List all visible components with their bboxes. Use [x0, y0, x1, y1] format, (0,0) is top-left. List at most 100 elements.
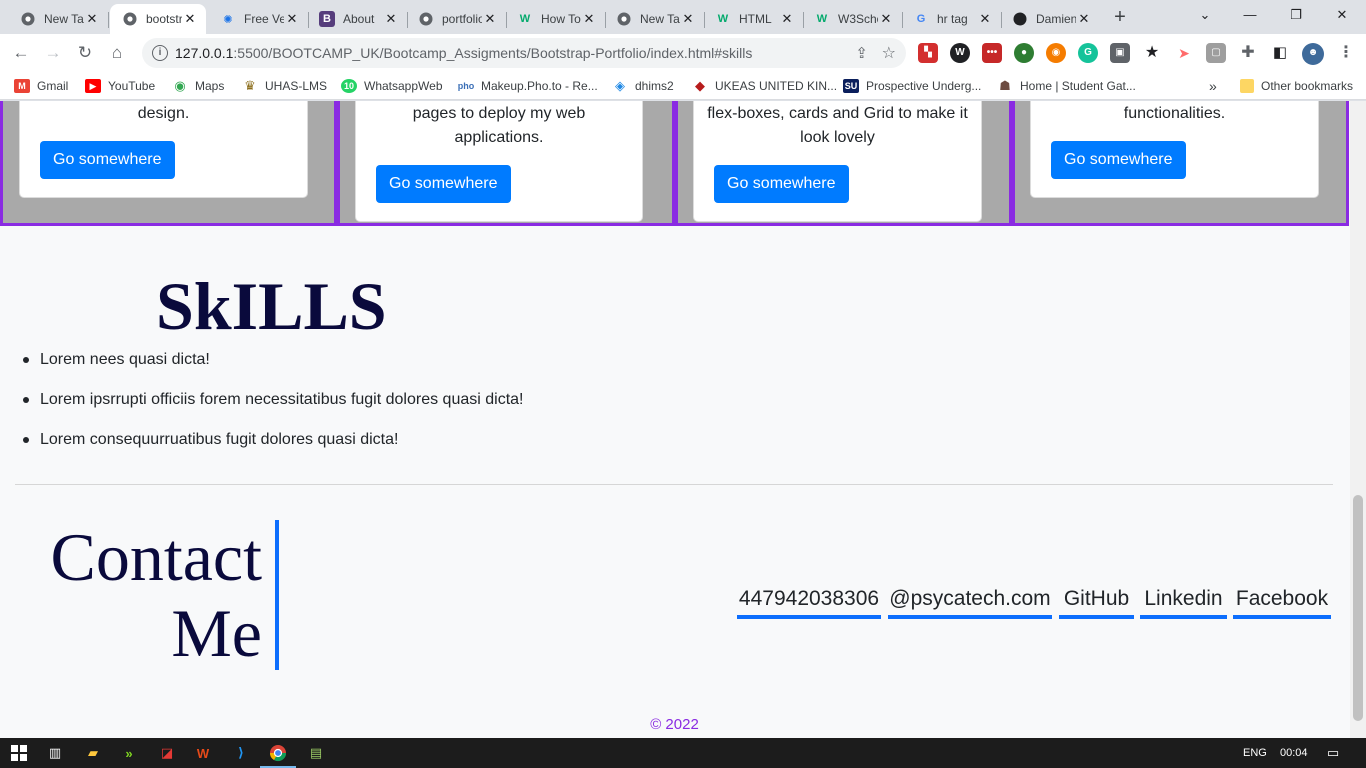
- bookmark-makeup-photo[interactable]: pho Makeup.Pho.to - Re...: [458, 76, 598, 96]
- w3schools-icon: W: [519, 13, 531, 25]
- chevron-down-icon[interactable]: ⌄: [1185, 4, 1225, 28]
- linkedin-link[interactable]: Linkedin: [1140, 585, 1227, 619]
- tab-html[interactable]: W HTML ✕: [703, 4, 804, 34]
- notifications-icon[interactable]: ▭: [1322, 742, 1344, 764]
- side-panel-icon[interactable]: ◧: [1270, 43, 1290, 63]
- home-icon[interactable]: ⌂: [104, 40, 130, 66]
- bookmark-prospective[interactable]: SU Prospective Underg...: [843, 76, 981, 96]
- page-viewport: design. Go somewhere pages to deploy my …: [0, 101, 1366, 738]
- tab-free-vector[interactable]: ✺ Free Vector ✕: [208, 4, 309, 34]
- app-chevron-icon[interactable]: »: [118, 742, 140, 764]
- bookmark-uhas-lms[interactable]: ♛ UHAS-LMS: [242, 76, 327, 96]
- share-icon[interactable]: ⇪: [855, 44, 868, 62]
- bootstrap-icon: B: [319, 11, 335, 27]
- go-somewhere-button[interactable]: Go somewhere: [40, 141, 175, 179]
- extension-screen-icon[interactable]: ▢: [1206, 43, 1226, 63]
- tab-hr-tag[interactable]: G hr tag ✕: [901, 4, 1002, 34]
- task-view-icon[interactable]: ▥: [44, 742, 66, 764]
- extension-arrow-icon[interactable]: ➤: [1174, 43, 1194, 63]
- close-icon[interactable]: ✕: [977, 11, 993, 27]
- extension-rss-icon[interactable]: ◉: [1046, 43, 1066, 63]
- email-link[interactable]: @psycatech.com: [888, 585, 1052, 619]
- tab-new-tab-2[interactable]: New Tab ✕: [604, 4, 705, 34]
- bookmark-dhims2[interactable]: ◈ dhims2: [612, 76, 674, 96]
- chrome-taskbar-icon[interactable]: [267, 742, 289, 764]
- list-item: Lorem consequurruatibus fugit dolores qu…: [22, 429, 523, 469]
- chrome-icon: [616, 11, 632, 27]
- file-explorer-icon[interactable]: ▰: [82, 742, 104, 764]
- close-icon[interactable]: ✕: [84, 11, 100, 27]
- more-bookmarks-button[interactable]: »: [1209, 76, 1217, 96]
- extension-lastpass-icon[interactable]: •••: [982, 43, 1002, 63]
- new-tab-button[interactable]: +: [1108, 6, 1132, 30]
- scrollbar-thumb[interactable]: [1353, 495, 1363, 721]
- language-indicator[interactable]: ENG: [1243, 738, 1267, 768]
- extensions-puzzle-icon[interactable]: ✚: [1238, 43, 1258, 63]
- clock[interactable]: 00:04: [1280, 738, 1308, 768]
- globe-icon: [122, 11, 138, 27]
- bookmark-gmail[interactable]: M Gmail: [14, 76, 68, 96]
- windows-start-icon[interactable]: [8, 742, 30, 764]
- other-bookmarks[interactable]: Other bookmarks: [1240, 76, 1353, 96]
- url-text[interactable]: 127.0.0.1:5500/BOOTCAMP_UK/Bootcamp_Assi…: [175, 38, 752, 68]
- extension-robot-icon[interactable]: ▣: [1110, 43, 1130, 63]
- tab-portfolio[interactable]: portfolio ✕: [406, 4, 507, 34]
- bookmark-maps[interactable]: ◉ Maps: [172, 76, 224, 96]
- tab-damien[interactable]: Damien ✕: [1000, 4, 1100, 34]
- bug-icon: ✺: [223, 13, 233, 26]
- extension-globe-icon[interactable]: ●: [1014, 43, 1034, 63]
- extension-mega-icon[interactable]: ▚: [918, 43, 938, 63]
- star-extension-icon[interactable]: ★: [1142, 43, 1162, 63]
- forward-icon[interactable]: →: [40, 40, 66, 66]
- app-tiles-icon[interactable]: ◪: [156, 742, 178, 764]
- close-icon[interactable]: ✕: [878, 11, 894, 27]
- tab-how-to[interactable]: W How To ✕: [505, 4, 606, 34]
- close-icon[interactable]: ✕: [581, 11, 597, 27]
- tab-w3schools[interactable]: W W3Schools ✕: [802, 4, 903, 34]
- extension-grammarly-icon[interactable]: G: [1078, 43, 1098, 63]
- skills-heading: SkILLS: [156, 268, 387, 344]
- close-icon[interactable]: ✕: [284, 11, 300, 27]
- close-window-icon[interactable]: ✕: [1322, 4, 1362, 28]
- menu-kebab-icon[interactable]: ⋮: [1336, 43, 1356, 63]
- close-icon[interactable]: ✕: [779, 11, 795, 27]
- github-link[interactable]: GitHub: [1059, 585, 1134, 619]
- bookmark-star-icon[interactable]: ☆: [882, 43, 896, 63]
- reload-icon[interactable]: ↻: [72, 40, 98, 66]
- go-somewhere-button[interactable]: Go somewhere: [1051, 141, 1186, 179]
- tab-title: bootstrap: [146, 12, 182, 26]
- profile-avatar[interactable]: ☻: [1302, 43, 1324, 65]
- close-icon[interactable]: ✕: [383, 11, 399, 27]
- phone-link[interactable]: 447942038306: [737, 585, 881, 619]
- close-icon[interactable]: ✕: [1076, 11, 1092, 27]
- close-icon[interactable]: ✕: [182, 11, 198, 27]
- tab-title: New Tab: [640, 12, 680, 26]
- vertical-scrollbar[interactable]: [1350, 101, 1366, 738]
- address-bar[interactable]: i 127.0.0.1:5500/BOOTCAMP_UK/Bootcamp_As…: [142, 38, 906, 68]
- go-somewhere-button[interactable]: Go somewhere: [376, 165, 511, 203]
- tab-bootstrap[interactable]: bootstrap ✕: [110, 4, 206, 34]
- minimize-icon[interactable]: —: [1230, 4, 1270, 28]
- wps-office-icon[interactable]: W: [192, 742, 214, 764]
- close-icon[interactable]: ✕: [680, 11, 696, 27]
- vscode-icon[interactable]: ⟩: [230, 742, 252, 764]
- bookmark-ukeas[interactable]: ◆ UKEAS UNITED KIN...: [692, 76, 837, 96]
- back-icon[interactable]: ←: [8, 40, 34, 66]
- extension-wordpress-icon[interactable]: W: [950, 43, 970, 63]
- close-icon[interactable]: ✕: [482, 11, 498, 27]
- go-somewhere-button[interactable]: Go somewhere: [714, 165, 849, 203]
- bookmark-youtube[interactable]: ▶ YouTube: [85, 76, 155, 96]
- tab-about[interactable]: B About ✕: [307, 4, 408, 34]
- bookmark-whatsappweb[interactable]: 10 WhatsappWeb: [341, 76, 443, 96]
- bookmark-student-gateway[interactable]: ☗ Home | Student Gat...: [997, 76, 1136, 96]
- tab-new-tab-1[interactable]: New Tab ✕: [8, 4, 109, 34]
- project-card: flex-boxes, cards and Grid to make it lo…: [693, 101, 982, 222]
- facebook-link[interactable]: Facebook: [1233, 585, 1331, 619]
- skills-list: Lorem nees quasi dicta! Lorem ipsrrupti …: [22, 349, 523, 469]
- list-item: Lorem nees quasi dicta!: [22, 349, 523, 389]
- notepad-icon[interactable]: ▤: [305, 742, 327, 764]
- github-icon: [1012, 11, 1028, 27]
- info-icon[interactable]: i: [152, 45, 168, 61]
- restore-icon[interactable]: ❐: [1276, 4, 1316, 28]
- card-column: flex-boxes, cards and Grid to make it lo…: [675, 101, 1012, 226]
